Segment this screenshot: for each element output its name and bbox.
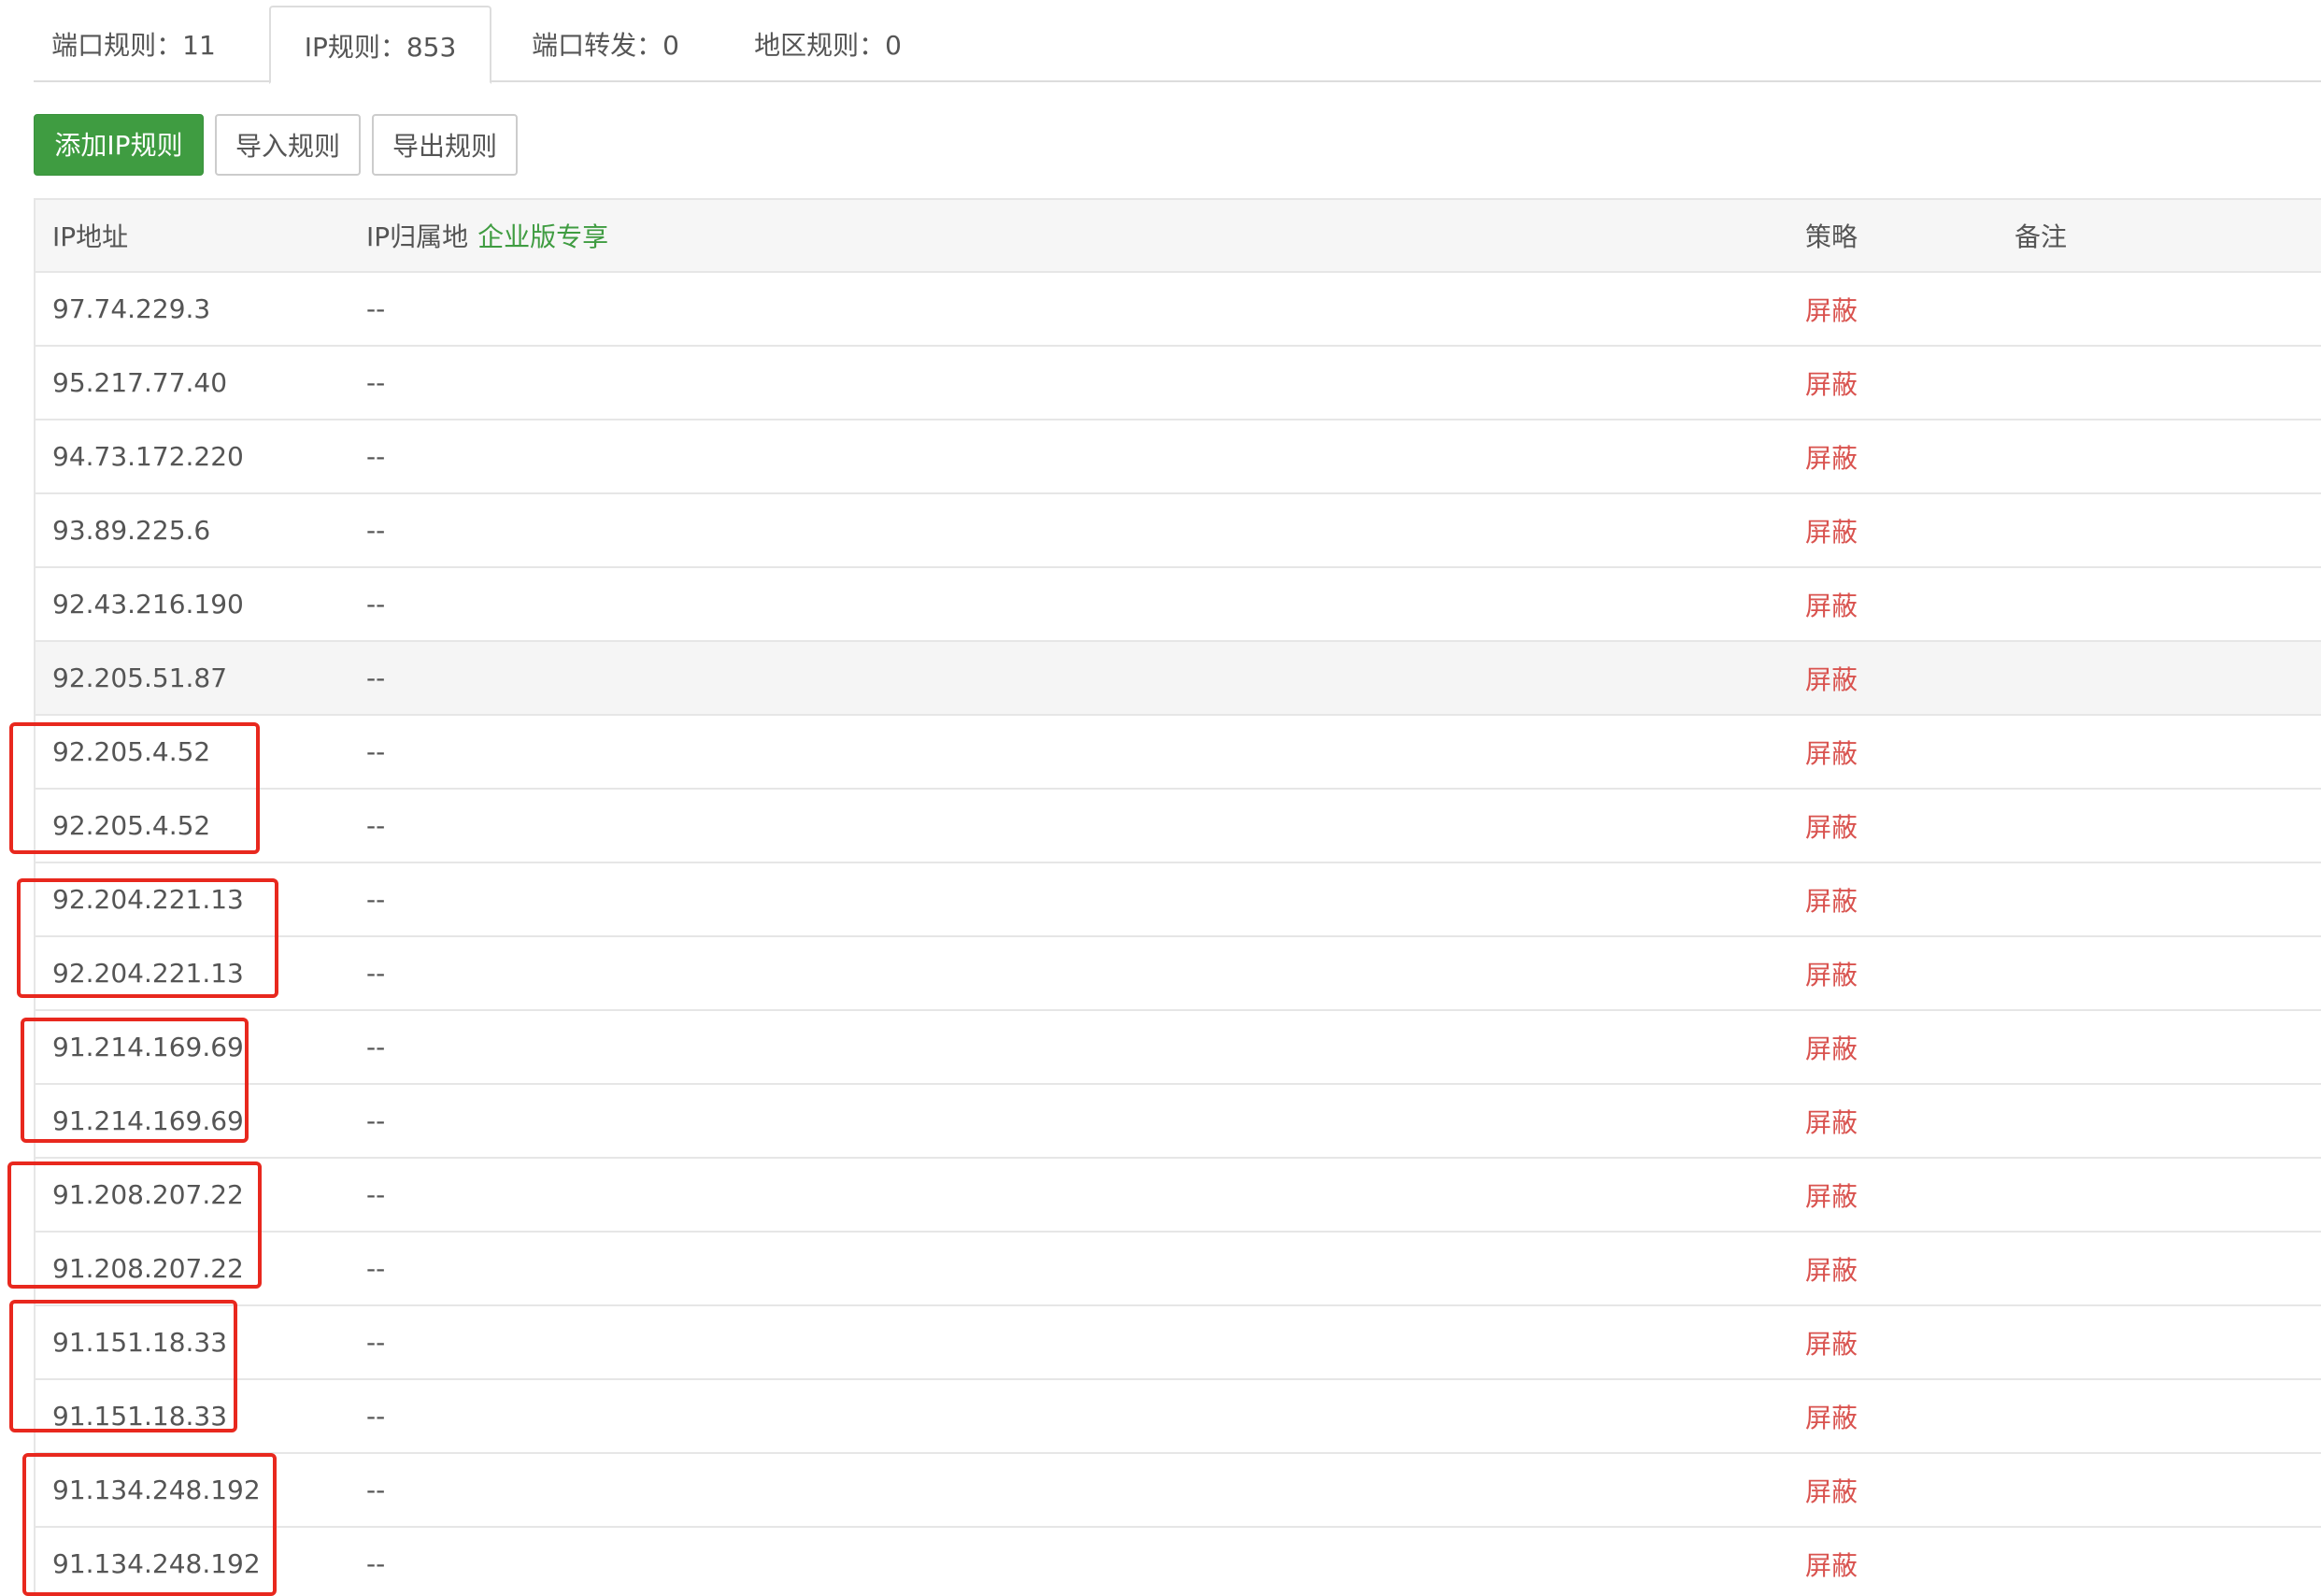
table-row[interactable]: 91.151.18.33 -- 屏蔽	[36, 1306, 2321, 1380]
policy-cell: 屏蔽	[1805, 663, 1858, 695]
table-row[interactable]: 91.134.248.192 -- 屏蔽	[36, 1454, 2321, 1528]
ip-location-cell: --	[366, 1548, 386, 1579]
policy-cell: 屏蔽	[1805, 959, 1858, 990]
ip-location-cell: --	[366, 958, 386, 989]
table-row[interactable]: 94.73.172.220 -- 屏蔽	[36, 420, 2321, 494]
tab-region-rules[interactable]: 地区规则：0	[721, 6, 934, 80]
table-row[interactable]: 93.89.225.6 -- 屏蔽	[36, 494, 2321, 568]
ip-location-cell: --	[366, 1032, 386, 1062]
import-rules-button[interactable]: 导入规则	[215, 114, 361, 176]
policy-cell: 屏蔽	[1805, 294, 1858, 326]
ip-location-cell: --	[366, 1179, 386, 1210]
ip-location-cell: --	[366, 515, 386, 546]
ip-address-cell: 93.89.225.6	[52, 515, 211, 546]
policy-cell: 屏蔽	[1805, 737, 1858, 769]
table-row[interactable]: 91.214.169.69 -- 屏蔽	[36, 1011, 2321, 1085]
policy-cell: 屏蔽	[1805, 1254, 1858, 1286]
ip-location-cell: --	[366, 1105, 386, 1136]
policy-cell: 屏蔽	[1805, 1328, 1858, 1360]
ip-location-cell: --	[366, 589, 386, 620]
table-row[interactable]: 91.151.18.33 -- 屏蔽	[36, 1380, 2321, 1454]
table-row[interactable]: 92.205.4.52 -- 屏蔽	[36, 790, 2321, 863]
policy-cell: 屏蔽	[1805, 442, 1858, 474]
ip-address-cell: 92.43.216.190	[52, 589, 244, 620]
ip-address-cell: 92.205.4.52	[52, 736, 211, 767]
table-body: 97.74.229.3 -- 屏蔽 95.217.77.40 -- 屏蔽 94.73.172…	[36, 273, 2321, 1596]
table-header: IP地址 IP归属地 企业版专享 策略 备注	[36, 200, 2321, 273]
ip-address-cell: 91.151.18.33	[52, 1401, 228, 1432]
ip-location-cell: --	[366, 1475, 386, 1505]
ip-address-cell: 91.134.248.192	[52, 1548, 261, 1579]
header-note: 备注	[2015, 221, 2068, 252]
tab-port-rules[interactable]: 端口规则：11	[34, 6, 234, 80]
ip-address-cell: 95.217.77.40	[52, 367, 228, 398]
header-ip-address: IP地址	[52, 221, 129, 252]
table-row[interactable]: 95.217.77.40 -- 屏蔽	[36, 347, 2321, 420]
ip-location-cell: --	[366, 736, 386, 767]
policy-cell: 屏蔽	[1805, 885, 1858, 917]
ip-location-cell: --	[366, 884, 386, 915]
tab-ip-rules[interactable]: IP规则：853	[269, 6, 491, 84]
ip-location-cell: --	[366, 293, 386, 324]
ip-address-cell: 92.205.51.87	[52, 663, 228, 693]
table-row[interactable]: 91.214.169.69 -- 屏蔽	[36, 1085, 2321, 1159]
table-row[interactable]: 92.43.216.190 -- 屏蔽	[36, 568, 2321, 642]
rule-tabs: 端口规则：11 IP规则：853 端口转发：0 地区规则：0	[34, 0, 2321, 84]
table-row[interactable]: 97.74.229.3 -- 屏蔽	[36, 273, 2321, 347]
header-ip-location: IP归属地 企业版专享	[366, 200, 608, 271]
policy-cell: 屏蔽	[1805, 1549, 1858, 1581]
ip-address-cell: 97.74.229.3	[52, 293, 211, 324]
ip-address-cell: 92.204.221.13	[52, 958, 244, 989]
ip-address-cell: 91.214.169.69	[52, 1032, 244, 1062]
table-row[interactable]: 92.205.4.52 -- 屏蔽	[36, 716, 2321, 790]
policy-cell: 屏蔽	[1805, 1180, 1858, 1212]
ip-location-cell: --	[366, 1327, 386, 1358]
table-row[interactable]: 91.208.207.22 -- 屏蔽	[36, 1233, 2321, 1306]
ip-location-cell: --	[366, 367, 386, 398]
tab-port-forwarding[interactable]: 端口转发：0	[499, 6, 712, 80]
ip-address-cell: 91.214.169.69	[52, 1105, 244, 1136]
policy-cell: 屏蔽	[1805, 1475, 1858, 1507]
ip-address-cell: 92.205.4.52	[52, 810, 211, 841]
table-row[interactable]: 91.208.207.22 -- 屏蔽	[36, 1159, 2321, 1233]
ip-address-cell: 91.208.207.22	[52, 1253, 244, 1284]
ip-address-cell: 91.208.207.22	[52, 1179, 244, 1210]
policy-cell: 屏蔽	[1805, 590, 1858, 621]
policy-cell: 屏蔽	[1805, 1402, 1858, 1433]
ip-address-cell: 94.73.172.220	[52, 441, 244, 472]
ip-address-cell: 92.204.221.13	[52, 884, 244, 915]
header-ip-location-label: IP归属地	[366, 221, 469, 252]
ip-location-cell: --	[366, 441, 386, 472]
export-rules-button[interactable]: 导出规则	[372, 114, 518, 176]
ip-location-cell: --	[366, 1253, 386, 1284]
policy-cell: 屏蔽	[1805, 1033, 1858, 1064]
enterprise-only-link[interactable]: 企业版专享	[477, 217, 608, 254]
policy-cell: 屏蔽	[1805, 1106, 1858, 1138]
policy-cell: 屏蔽	[1805, 368, 1858, 400]
table-row[interactable]: 92.204.221.13 -- 屏蔽	[36, 937, 2321, 1011]
ip-location-cell: --	[366, 1401, 386, 1432]
header-policy: 策略	[1805, 221, 1858, 252]
policy-cell: 屏蔽	[1805, 516, 1858, 548]
table-row[interactable]: 91.134.248.192 -- 屏蔽	[36, 1528, 2321, 1596]
ip-address-cell: 91.134.248.192	[52, 1475, 261, 1505]
ip-rules-table: IP地址 IP归属地 企业版专享 策略 备注 97.74.229.3 -- 屏蔽 95…	[34, 198, 2321, 1596]
policy-cell: 屏蔽	[1805, 811, 1858, 843]
table-row[interactable]: 92.205.51.87 -- 屏蔽	[36, 642, 2321, 716]
ip-location-cell: --	[366, 810, 386, 841]
add-ip-rule-button[interactable]: 添加IP规则	[34, 114, 204, 176]
ip-address-cell: 91.151.18.33	[52, 1327, 228, 1358]
ip-location-cell: --	[366, 663, 386, 693]
table-row[interactable]: 92.204.221.13 -- 屏蔽	[36, 863, 2321, 937]
